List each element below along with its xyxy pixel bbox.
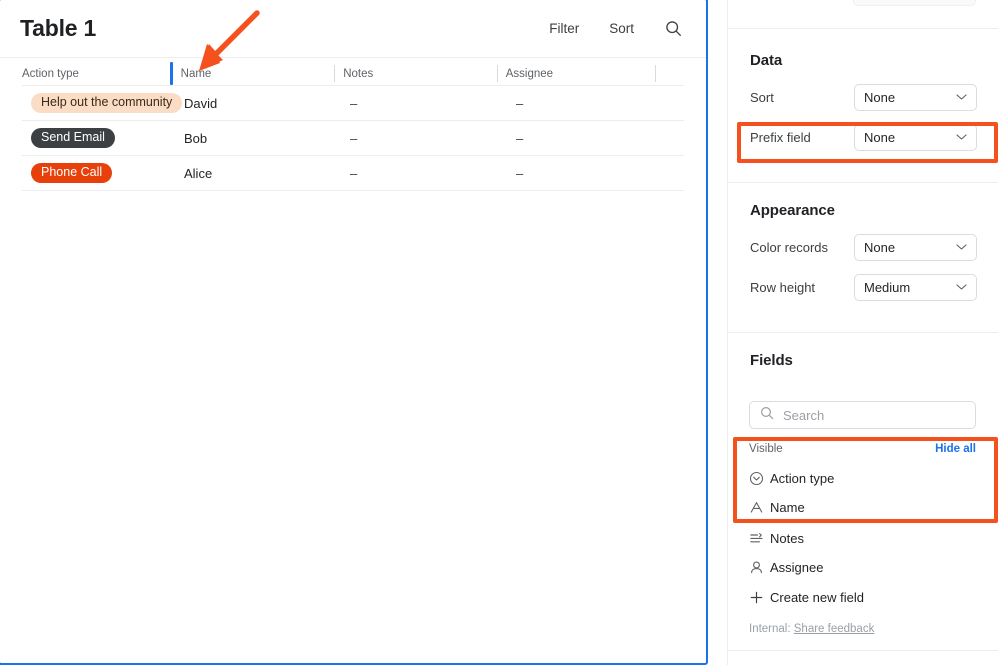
cell-assignee[interactable]: – bbox=[516, 131, 678, 146]
setting-label: Sort bbox=[750, 89, 774, 105]
table-row[interactable]: Phone Call Alice – – bbox=[22, 156, 684, 191]
toolbar-actions: Filter Sort bbox=[547, 18, 684, 40]
section-heading-data: Data bbox=[750, 52, 783, 69]
page-title: Table 1 bbox=[20, 15, 97, 41]
section-heading-appearance: Appearance bbox=[750, 202, 835, 219]
column-header-label: Assignee bbox=[505, 67, 554, 80]
search-icon[interactable] bbox=[662, 18, 684, 40]
filter-button[interactable]: Filter bbox=[547, 19, 581, 38]
field-label: Notes bbox=[770, 530, 804, 546]
search-icon bbox=[760, 406, 774, 425]
row-height-select[interactable]: Medium bbox=[854, 273, 977, 301]
sort-select[interactable]: None bbox=[854, 83, 977, 111]
long-text-icon bbox=[749, 531, 769, 546]
hide-all-button[interactable]: Hide all bbox=[935, 443, 976, 455]
select-value: None bbox=[864, 239, 896, 255]
section-heading-fields: Fields bbox=[750, 352, 793, 369]
divider bbox=[728, 28, 998, 29]
create-new-field-button[interactable]: Create new field bbox=[749, 586, 976, 608]
internal-prefix: Internal: bbox=[749, 623, 791, 635]
field-label: Assignee bbox=[770, 559, 824, 575]
column-header-action-type[interactable]: Action type bbox=[22, 62, 181, 85]
column-header-notes[interactable]: Notes bbox=[334, 62, 506, 85]
table-toolbar: Table 1 Filter Sort bbox=[0, 0, 706, 58]
share-feedback-link[interactable]: Share feedback bbox=[794, 623, 875, 635]
grid-header-row: Action type Name Notes Assignee bbox=[22, 58, 684, 86]
text-field-icon bbox=[749, 500, 769, 515]
data-section: Data Sort None Prefix field None bbox=[728, 52, 998, 157]
status-badge: Send Email bbox=[31, 128, 115, 148]
column-header-end bbox=[655, 62, 684, 85]
column-drag-indicator[interactable] bbox=[169, 62, 173, 85]
sort-button[interactable]: Sort bbox=[607, 19, 636, 38]
divider bbox=[727, 650, 998, 651]
column-header-label: Name bbox=[180, 67, 212, 80]
cell-notes[interactable]: – bbox=[350, 166, 516, 181]
fields-section: Fields bbox=[728, 352, 998, 369]
select-value: None bbox=[864, 89, 896, 105]
setting-label: Row height bbox=[750, 279, 816, 295]
setting-label: Prefix field bbox=[750, 129, 811, 145]
cell-name[interactable]: Alice bbox=[184, 166, 350, 181]
select-value: None bbox=[864, 129, 896, 145]
cell-name[interactable]: David bbox=[184, 96, 350, 111]
column-divider bbox=[496, 65, 498, 82]
field-label: Action type bbox=[770, 470, 835, 486]
setting-row-row-height: Row height Medium bbox=[750, 267, 977, 307]
chevron-down-icon bbox=[956, 94, 967, 101]
chevron-down-icon bbox=[956, 244, 967, 251]
select-value: Medium bbox=[864, 279, 911, 295]
column-header-assignee[interactable]: Assignee bbox=[496, 62, 665, 85]
field-label: Name bbox=[770, 499, 805, 515]
cell-notes[interactable]: – bbox=[350, 131, 516, 146]
search-input[interactable] bbox=[783, 407, 953, 423]
column-divider bbox=[655, 65, 657, 82]
table-row[interactable]: Send Email Bob – – bbox=[22, 121, 684, 156]
prefix-field-select[interactable]: None bbox=[854, 123, 977, 151]
grid-body: Help out the community David – – Send Em… bbox=[22, 86, 684, 191]
app-root: Table 1 Filter Sort Action type Name Not… bbox=[0, 0, 998, 665]
column-header-label: Action type bbox=[22, 67, 79, 80]
status-badge: Help out the community bbox=[31, 93, 183, 113]
single-select-icon bbox=[749, 471, 769, 486]
cell-action-type[interactable]: Send Email bbox=[22, 128, 184, 148]
column-header-label: Notes bbox=[343, 67, 374, 80]
clipped-dropdown-above[interactable] bbox=[853, 0, 976, 6]
cell-notes[interactable]: – bbox=[350, 96, 516, 111]
setting-row-sort: Sort None bbox=[750, 77, 977, 117]
column-header-name[interactable]: Name bbox=[169, 62, 344, 85]
cell-name[interactable]: Bob bbox=[184, 131, 350, 146]
field-item-assignee[interactable]: Assignee bbox=[749, 556, 976, 578]
color-records-select[interactable]: None bbox=[854, 233, 977, 261]
user-icon bbox=[749, 560, 769, 575]
cell-action-type[interactable]: Phone Call bbox=[22, 163, 184, 183]
cell-assignee[interactable]: – bbox=[516, 166, 678, 181]
field-label: Create new field bbox=[770, 589, 864, 605]
setting-row-color-records: Color records None bbox=[750, 227, 977, 267]
chevron-down-icon bbox=[956, 284, 967, 291]
appearance-section: Appearance Color records None Row height… bbox=[728, 202, 998, 307]
field-item-action-type[interactable]: Action type bbox=[749, 467, 976, 489]
internal-footer-note: Internal: Share feedback bbox=[749, 623, 874, 635]
field-search-box[interactable] bbox=[749, 401, 976, 429]
table-view-panel: Table 1 Filter Sort Action type Name Not… bbox=[0, 0, 708, 665]
field-item-notes[interactable]: Notes bbox=[749, 527, 976, 549]
setting-label: Color records bbox=[750, 239, 829, 255]
setting-row-prefix-field: Prefix field None bbox=[750, 117, 977, 157]
column-divider bbox=[334, 65, 336, 82]
cell-assignee[interactable]: – bbox=[516, 96, 678, 111]
visible-fields-header: Visible Hide all bbox=[749, 441, 976, 456]
status-badge: Phone Call bbox=[31, 163, 113, 183]
visible-label: Visible bbox=[749, 442, 783, 455]
chevron-down-icon bbox=[956, 134, 967, 141]
table-row[interactable]: Help out the community David – – bbox=[22, 86, 684, 121]
divider bbox=[728, 332, 998, 333]
cell-action-type[interactable]: Help out the community bbox=[22, 93, 184, 113]
divider bbox=[728, 182, 998, 183]
plus-icon bbox=[749, 590, 769, 605]
field-item-name[interactable]: Name bbox=[749, 496, 976, 518]
